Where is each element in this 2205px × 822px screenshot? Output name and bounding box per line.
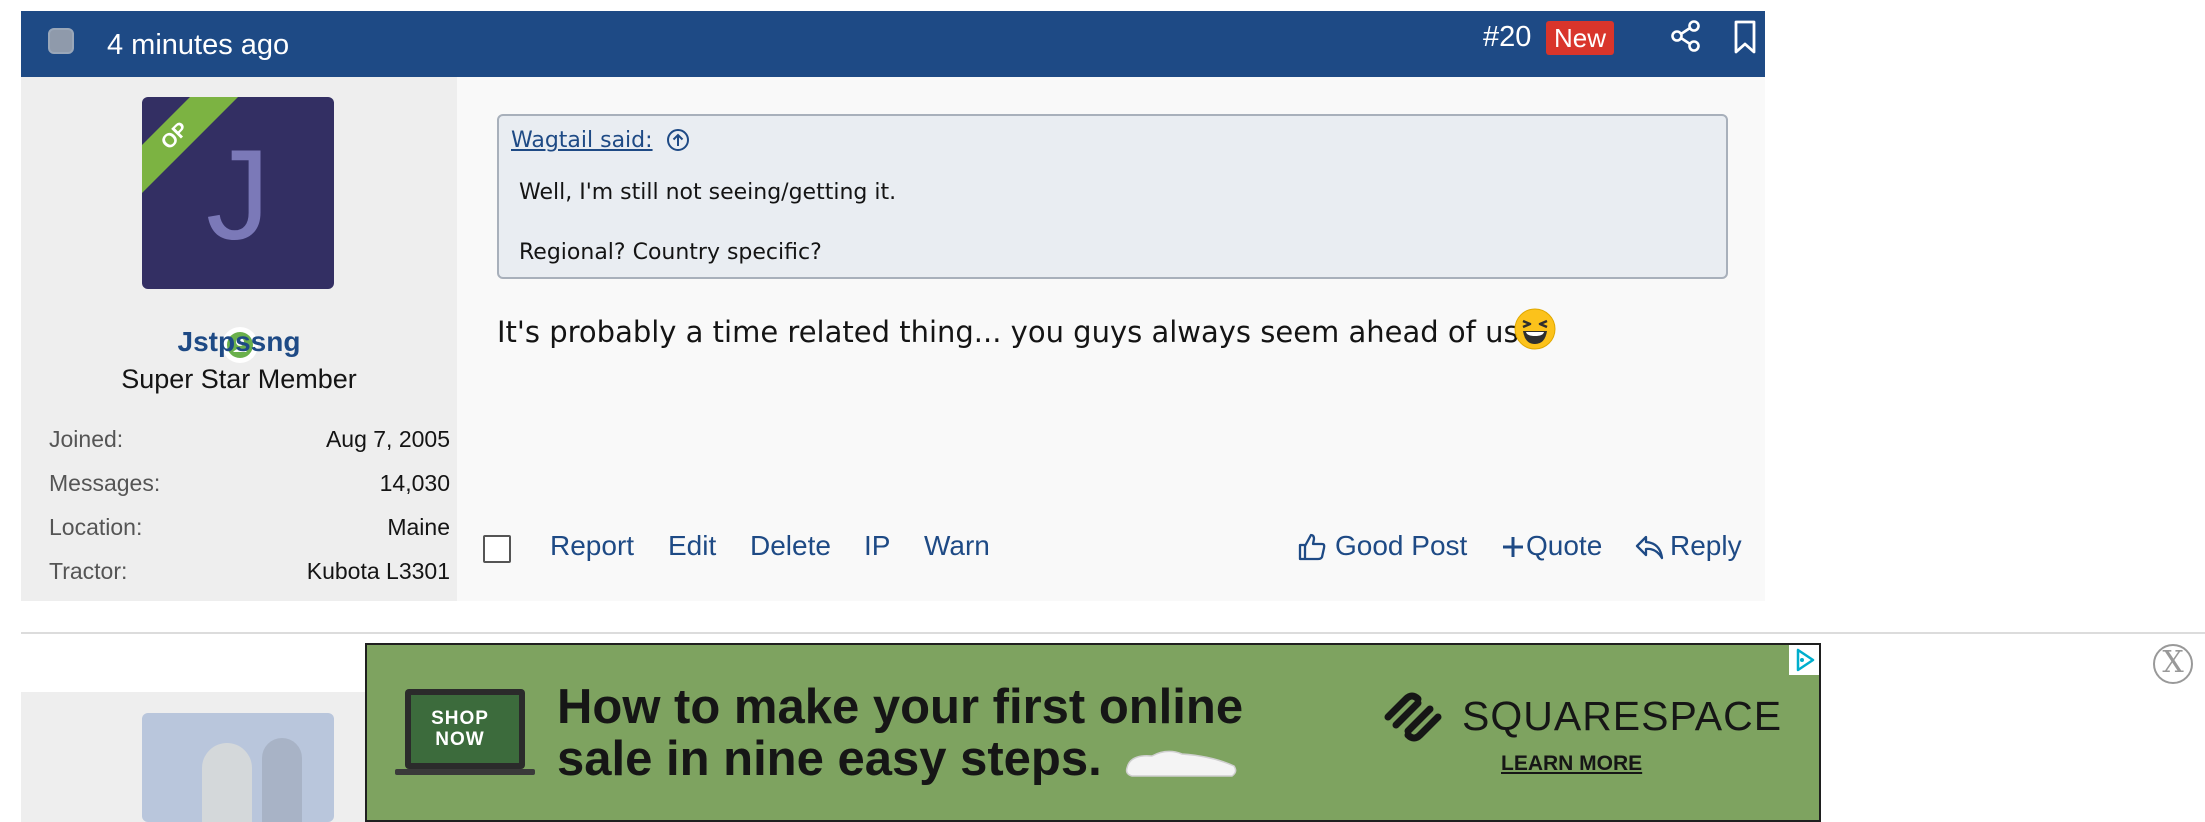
squarespace-logo-icon [1384,692,1442,742]
quote-line: Well, I'm still not seeing/getting it. [519,180,897,205]
quote-block: Wagtail said: Well, I'm still not seeing… [497,114,1728,279]
jump-to-quote-icon[interactable] [666,128,690,152]
user-title: Super Star Member [121,364,357,394]
plus-icon[interactable] [1498,532,1528,562]
good-post-button[interactable]: Good Post [1335,530,1467,562]
close-ad-button[interactable]: X [2153,644,2193,684]
post-message: It's probably a time related thing... yo… [497,315,1531,349]
ad-choices-icon[interactable] [1789,645,1819,675]
next-post-avatar[interactable] [142,713,334,822]
laughing-emoji-icon [1514,308,1556,350]
post-timestamp[interactable]: 4 minutes ago [107,29,289,62]
reply-icon[interactable] [1634,532,1664,562]
avatar[interactable]: J OP [142,97,334,289]
avatar-figure [262,738,302,822]
learn-more-link[interactable]: LEARN MORE [1501,752,1642,776]
advertisement-banner[interactable]: SHOP NOW How to make your first online s… [365,643,1821,822]
edit-link[interactable]: Edit [668,530,716,562]
stat-value-tractor: Kubota L3301 [306,558,450,584]
quote-author-link[interactable]: Wagtail said: [511,128,653,153]
bookmark-icon[interactable] [1728,19,1762,55]
stat-value-location: Maine [387,514,450,540]
divider [21,632,2205,634]
stat-label-tractor: Tractor: [49,558,128,584]
stat-value-messages[interactable]: 14,030 [380,470,450,497]
stat-label-messages: Messages: [49,470,161,496]
quote-button[interactable]: Quote [1526,530,1602,562]
stat-value-joined: Aug 7, 2005 [325,426,450,452]
delete-link[interactable]: Delete [750,530,831,562]
stat-label-joined: Joined: [49,426,124,452]
shop-now-label: SHOP NOW [431,708,489,750]
quote-line: Regional? Country specific? [519,240,822,265]
multi-quote-checkbox[interactable] [483,535,511,563]
warn-link[interactable]: Warn [924,530,990,562]
username[interactable]: Jstpssng [21,326,457,358]
thumbs-up-icon[interactable] [1297,532,1327,562]
stat-label-location: Location: [49,514,143,540]
ad-headline-line: How to make your first online [557,680,1244,734]
sneaker-icon [1125,750,1237,777]
ip-link[interactable]: IP [864,530,890,562]
share-icon[interactable] [1669,19,1703,53]
ad-brand-name: SQUARESPACE [1462,693,1783,739]
user-info-column: J OP Jstpssng Super Star Member Joined: … [21,77,457,601]
new-badge: New [1546,21,1615,55]
post-number[interactable]: #20 [1483,21,1531,54]
post-header: 4 minutes ago #20 New [21,11,1765,77]
select-post-checkbox[interactable] [48,28,74,54]
report-link[interactable]: Report [550,530,634,562]
reply-button[interactable]: Reply [1670,530,1742,562]
avatar-figure [202,743,252,822]
forum-post: 4 minutes ago #20 New J OP Jstpssng Supe… [21,11,1765,601]
